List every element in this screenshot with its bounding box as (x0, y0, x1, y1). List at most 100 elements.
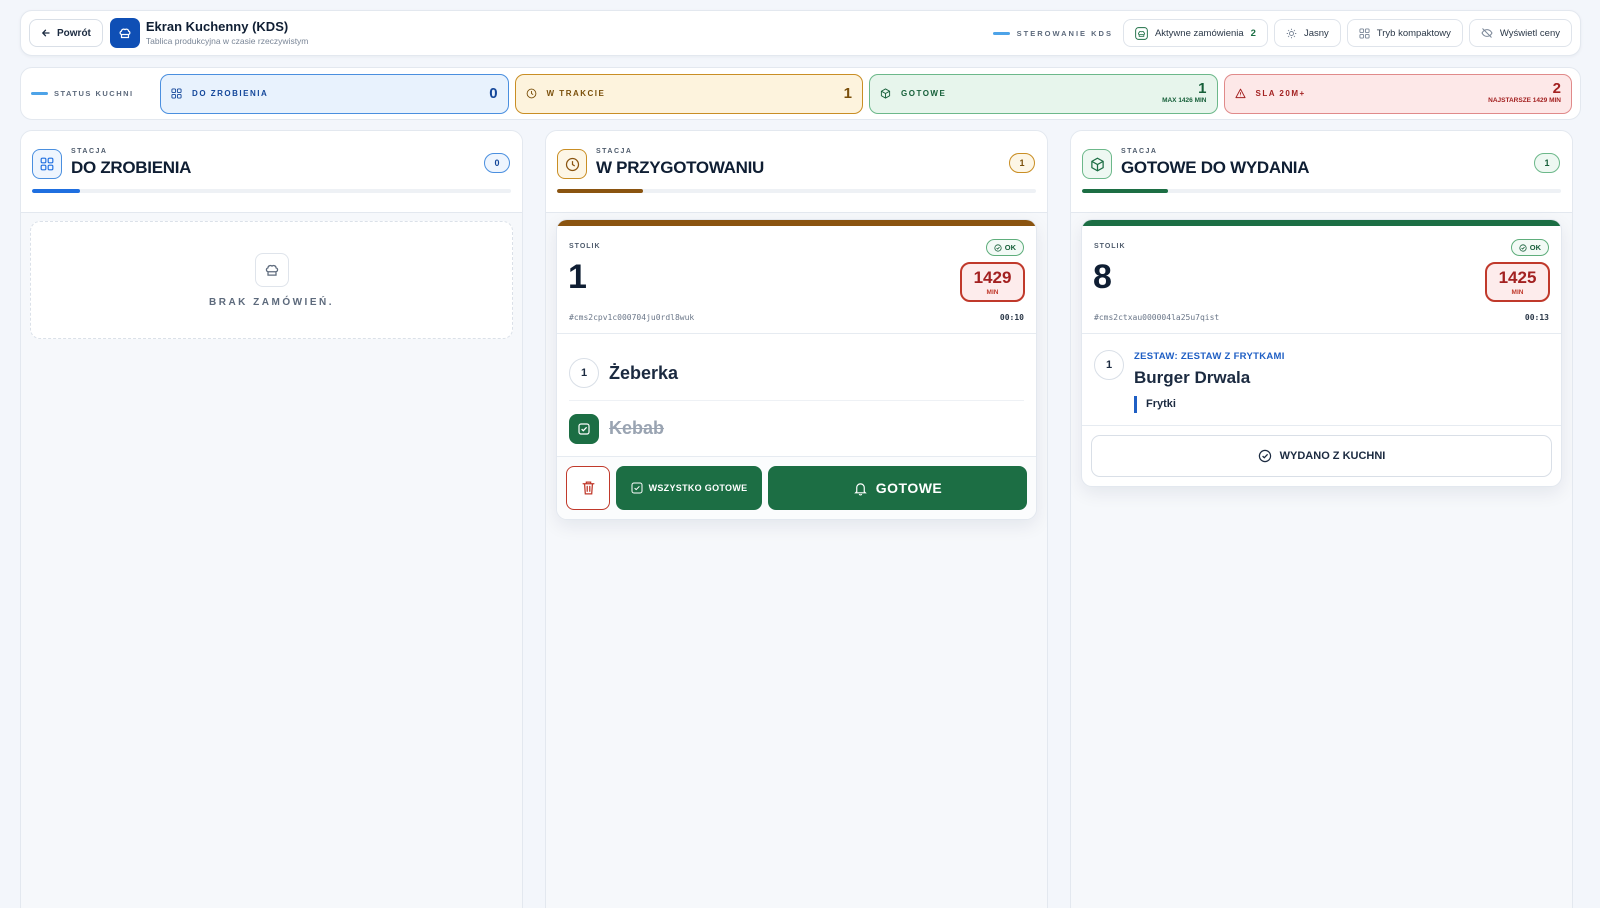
stat-todo[interactable]: DO ZROBIENIA 0 (160, 73, 509, 114)
status-text: OK (1004, 243, 1016, 252)
back-label: Powrót (57, 27, 91, 39)
column-header: STACJA DO ZROBIENIA 0 (21, 131, 522, 213)
stat-sla-values: 2 NAJSTARSZE 1429 MIN (1488, 81, 1561, 106)
active-orders-count: 2 (1250, 27, 1256, 39)
elapsed-minutes: 1429 (973, 268, 1012, 287)
column-title: GOTOWE DO WYDANIA (1121, 158, 1310, 177)
stat-todo-value: 0 (489, 85, 498, 102)
empty-state: BRAK ZAMÓWIEŃ. (30, 221, 513, 339)
status-badge: OK (985, 239, 1024, 256)
warning-icon (1234, 88, 1246, 99)
checkbox-checked-icon[interactable] (569, 413, 599, 444)
active-orders-label: Aktywne zamówienia (1154, 27, 1244, 39)
column-progress-track (557, 189, 1036, 193)
column-ready: STACJA GOTOWE DO WYDANIA 1 STOLIK 8 OK 1… (1070, 130, 1573, 908)
order-card[interactable]: STOLIK 1 OK 1429 MIN #cms2cpv1c000704ju0… (556, 219, 1037, 520)
chef-hat-logo-icon (109, 18, 140, 48)
table-number: 1 (568, 258, 587, 296)
table-number: 8 (1093, 258, 1112, 296)
check-circle-icon (994, 243, 1002, 252)
item-details: ZESTAW: ZESTAW Z FRYTKAMI Burger Drwala … (1134, 350, 1285, 413)
table-label: STOLIK (569, 243, 601, 250)
status-text: OK (1529, 243, 1541, 252)
active-orders-button[interactable]: Aktywne zamówienia 2 (1122, 19, 1268, 47)
clock-icon (557, 149, 587, 179)
ready-button[interactable]: GOTOWE (768, 466, 1027, 510)
show-prices-button[interactable]: Wyświetl ceny (1468, 19, 1572, 47)
stat-in-progress-label: W TRAKCIE (546, 89, 606, 98)
order-items: 1 Żeberka Kebab (557, 334, 1036, 456)
stat-todo-label: DO ZROBIENIA (192, 89, 269, 98)
check-circle-icon (1519, 243, 1527, 252)
column-header: STACJA W PRZYGOTOWANIU 1 (546, 131, 1047, 213)
kitchen-status-bar: STATUS KUCHNI DO ZROBIENIA 0 W TRAKCIE 1… (20, 67, 1581, 120)
stat-sla[interactable]: SLA 20M+ 2 NAJSTARSZE 1429 MIN (1223, 73, 1572, 114)
status-label: STATUS KUCHNI (29, 89, 154, 98)
stat-done[interactable]: GOTOWE 1 MAX 1426 MIN (869, 73, 1218, 114)
column-progress-track (1082, 189, 1561, 193)
bell-icon (853, 482, 867, 496)
ready-label: GOTOWE (875, 480, 943, 496)
issue-label: WYDANO Z KUCHNI (1279, 450, 1386, 462)
order-item[interactable]: Kebab (569, 401, 1024, 456)
column-progress-fill (32, 189, 80, 193)
stat-done-values: 1 MAX 1426 MIN (1162, 81, 1206, 106)
order-id: #cms2ctxau000004la25u7qist (1094, 313, 1220, 322)
eye-off-icon (1481, 28, 1493, 38)
checkbox-icon (631, 482, 643, 494)
stat-sla-sub: NAJSTARSZE 1429 MIN (1488, 97, 1561, 104)
back-button[interactable]: Powrót (29, 19, 103, 47)
stat-done-sub: MAX 1426 MIN (1162, 97, 1207, 104)
order-item[interactable]: 1 Żeberka (569, 346, 1024, 401)
delete-button[interactable] (566, 466, 610, 510)
column-header: STACJA GOTOWE DO WYDANIA 1 (1071, 131, 1572, 213)
column-progress-track (32, 189, 511, 193)
order-header: STOLIK 8 OK 1425 MIN #cms2ctxau000004la2… (1082, 226, 1561, 334)
order-time: 00:13 (1524, 313, 1549, 322)
issue-section: WYDANO Z KUCHNI (1082, 425, 1561, 477)
top-bar: Powrót Ekran Kuchenny (KDS) Tablica prod… (20, 10, 1581, 56)
item-name: Kebab (609, 418, 665, 438)
chef-hat-icon (1135, 26, 1148, 40)
package-icon (1082, 149, 1112, 179)
issued-from-kitchen-button[interactable]: WYDANO Z KUCHNI (1091, 435, 1552, 477)
theme-toggle-button[interactable]: Jasny (1273, 19, 1341, 47)
sun-icon (1286, 28, 1297, 38)
order-item[interactable]: 1 ZESTAW: ZESTAW Z FRYTKAMI Burger Drwal… (1094, 346, 1549, 425)
control-label-text: STEROWANIE KDS (1016, 28, 1113, 38)
order-time: 00:10 (999, 313, 1024, 322)
control-label: STEROWANIE KDS (992, 28, 1113, 38)
grid-icon (32, 149, 62, 179)
item-name: Żeberka (609, 362, 679, 383)
order-actions: WSZYSTKO GOTOWE GOTOWE (557, 456, 1036, 519)
compact-label: Tryb kompaktowy (1376, 27, 1451, 39)
status-label-text: STATUS KUCHNI (54, 89, 134, 98)
item-modifier: Frytki (1134, 396, 1285, 413)
column-count-badge: 1 (1534, 153, 1560, 173)
order-items: 1 ZESTAW: ZESTAW Z FRYTKAMI Burger Drwal… (1082, 334, 1561, 425)
station-label: STACJA (1121, 148, 1158, 155)
all-ready-label: WSZYSTKO GOTOWE (648, 483, 748, 493)
column-title: DO ZROBIENIA (71, 158, 192, 177)
order-card[interactable]: STOLIK 8 OK 1425 MIN #cms2ctxau000004la2… (1081, 219, 1562, 487)
stat-sla-label: SLA 20M+ (1255, 89, 1306, 98)
compact-mode-button[interactable]: Tryb kompaktowy (1346, 19, 1463, 47)
item-name: Burger Drwala (1134, 368, 1251, 387)
stat-in-progress[interactable]: W TRAKCIE 1 (514, 73, 864, 114)
top-controls: STEROWANIE KDS Aktywne zamówienia 2 Jasn… (992, 19, 1572, 47)
grid-icon (171, 88, 182, 99)
order-header: STOLIK 1 OK 1429 MIN #cms2cpv1c000704ju0… (557, 226, 1036, 334)
arrow-left-icon (41, 29, 50, 37)
dash-decoration (31, 92, 48, 95)
station-label: STACJA (71, 148, 108, 155)
item-qty: 1 (569, 358, 599, 388)
item-qty: 1 (1094, 350, 1124, 380)
all-ready-button[interactable]: WSZYSTKO GOTOWE (616, 466, 762, 510)
clock-icon (526, 88, 536, 99)
order-id: #cms2cpv1c000704ju0rdl8wuk (569, 313, 695, 322)
column-progress-fill (1082, 189, 1169, 193)
column-progress-fill (557, 189, 644, 193)
stat-done-label: GOTOWE (901, 89, 947, 98)
app-title-block: Ekran Kuchenny (KDS) Tablica produkcyjna… (146, 19, 309, 47)
trash-icon (582, 481, 594, 495)
